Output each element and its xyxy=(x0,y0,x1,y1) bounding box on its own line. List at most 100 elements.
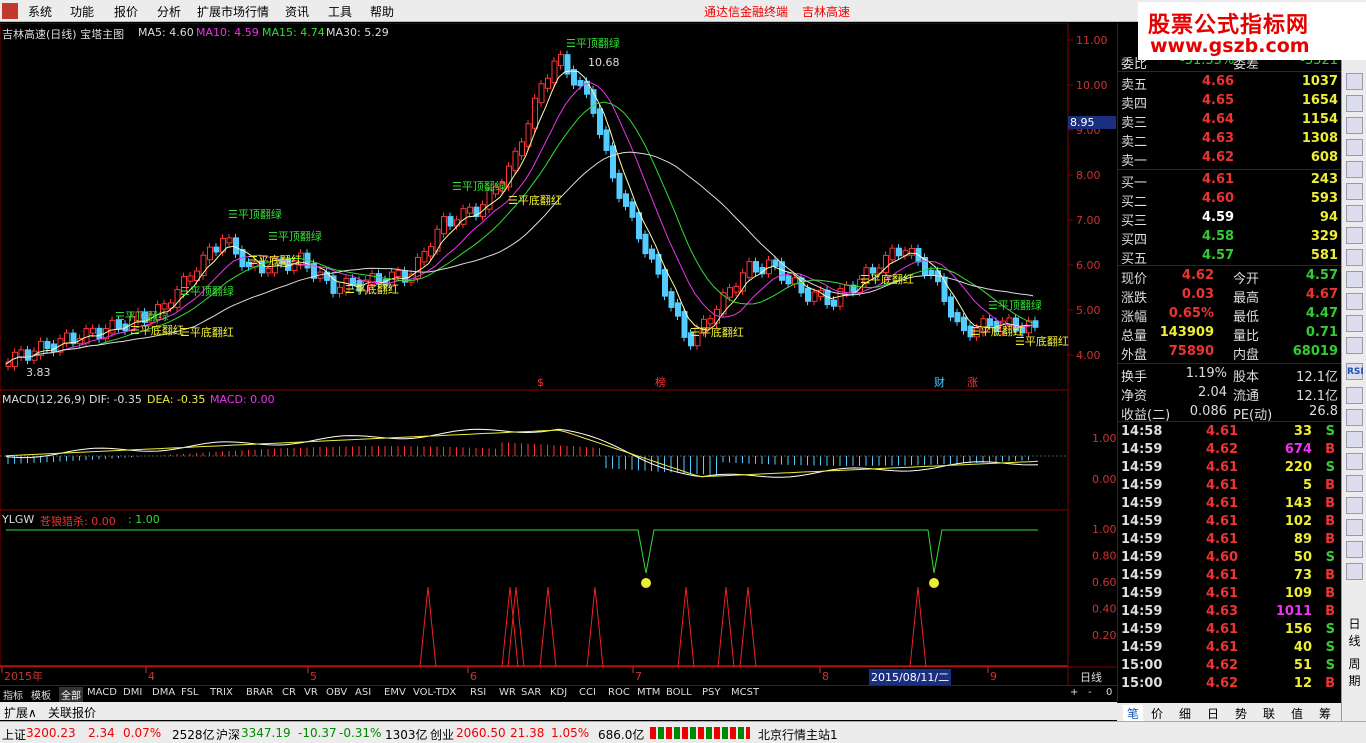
toolbar-button-9[interactable] xyxy=(1346,249,1363,266)
toolbar-button-3[interactable] xyxy=(1346,117,1363,134)
period-cycle-text[interactable]: 期 xyxy=(1345,672,1364,689)
candle-body xyxy=(226,237,233,244)
macd-value: MACD: 0.00 xyxy=(210,393,275,406)
toolbar-rsi-button[interactable]: RSI xyxy=(1346,363,1364,380)
candle-body xyxy=(538,83,545,104)
candle-body xyxy=(948,296,954,318)
indicator-tab[interactable]: MACD xyxy=(87,687,117,698)
toolbar-button-5[interactable] xyxy=(1346,161,1363,178)
subtab-related-quote[interactable]: 关联报价 xyxy=(48,704,96,721)
toolbar-button-21[interactable] xyxy=(1346,541,1363,558)
ask-label: 卖五 xyxy=(1121,78,1148,93)
toolbar-button-19[interactable] xyxy=(1346,497,1363,514)
indicator-tab[interactable]: BRAR xyxy=(246,687,273,698)
bid-label: 买一 xyxy=(1121,176,1148,191)
indicator-tab[interactable]: FSL xyxy=(181,687,199,698)
menu-function[interactable]: 功能 xyxy=(70,3,94,20)
indicator-tab[interactable]: VR xyxy=(304,687,318,698)
menu-tools[interactable]: 工具 xyxy=(328,3,352,20)
indicator-tab[interactable]: 模板 xyxy=(31,687,51,702)
ping-di-yellow-label: ☰平底翻红 xyxy=(248,253,302,267)
indicator-tab[interactable]: SAR xyxy=(521,687,541,698)
toolbar-button-12[interactable] xyxy=(1346,315,1363,332)
ask-row: 卖四 4.65 1654 xyxy=(1118,92,1342,112)
indicator-tab[interactable]: CR xyxy=(282,687,296,698)
toolbar-button-11[interactable] xyxy=(1346,293,1363,310)
toolbar-button-20[interactable] xyxy=(1346,519,1363,536)
toolbar-button-14[interactable] xyxy=(1346,387,1363,404)
toolbar-button-7[interactable] xyxy=(1346,205,1363,222)
stat2-row: 换手 1.19% 股本 12.1亿 xyxy=(1118,365,1342,385)
candle-body xyxy=(636,212,642,240)
toolbar-button-4[interactable] xyxy=(1346,139,1363,156)
stat-value-2: 68019 xyxy=(1292,344,1338,359)
toolbar-button-18[interactable] xyxy=(1346,475,1363,492)
indicator-tab[interactable]: PSY xyxy=(702,687,721,698)
tab-control-button[interactable]: 0 xyxy=(1106,687,1112,698)
indicator-tab[interactable]: DMI xyxy=(123,687,142,698)
ask-price: 4.62 xyxy=(1202,150,1235,165)
indicator-tab[interactable]: MCST xyxy=(731,687,759,698)
indicator-tab[interactable]: TRIX xyxy=(210,687,233,698)
tab-control-button[interactable]: + xyxy=(1070,687,1078,698)
quote-tab[interactable]: 细 xyxy=(1179,705,1191,722)
quote-tab[interactable]: 值 xyxy=(1291,705,1303,722)
cy-pct: 1.05% xyxy=(551,726,590,740)
indicator-tab[interactable]: RSI xyxy=(470,687,486,698)
toolbar-button-10[interactable] xyxy=(1346,271,1363,288)
subtab-extend[interactable]: 扩展∧ xyxy=(4,704,37,721)
quote-tab[interactable]: 联 xyxy=(1263,705,1275,722)
toolbar-button-17[interactable] xyxy=(1346,453,1363,470)
quote-tab[interactable]: 势 xyxy=(1235,705,1247,722)
indicator-tab[interactable]: 全部 xyxy=(59,687,83,702)
indicator-tab-bar: 指标 模板 全部 MACD DMI DMA FSL TRIX BRAR CR VR OBV ASI EMV… xyxy=(0,685,1117,702)
indicator-tab[interactable]: MTM xyxy=(637,687,660,698)
ma5-label: MA5: 4.60 xyxy=(138,26,194,39)
period-label[interactable]: 日线 xyxy=(1080,669,1102,685)
menu-system[interactable]: 系统 xyxy=(28,3,52,20)
tab-control-button[interactable]: - xyxy=(1088,687,1092,698)
toolbar-button-2[interactable] xyxy=(1346,95,1363,112)
quote-tab[interactable]: 筹 xyxy=(1319,705,1331,722)
period-week-text[interactable]: 周 xyxy=(1345,655,1364,672)
toolbar-button-22[interactable] xyxy=(1346,563,1363,580)
indicator-tab[interactable]: CCI xyxy=(579,687,596,698)
kline-chart[interactable]: 11.0010.009.008.007.006.005.004.001.000.… xyxy=(0,23,1116,685)
indicator-tab[interactable]: WR xyxy=(499,687,516,698)
candle-body xyxy=(395,270,402,278)
menu-info[interactable]: 资讯 xyxy=(285,3,309,20)
menu-analysis[interactable]: 分析 xyxy=(157,3,181,20)
menu-help[interactable]: 帮助 xyxy=(370,3,394,20)
tick-bs-flag: S xyxy=(1325,622,1335,637)
indicator-tab[interactable]: VOL-TDX xyxy=(413,687,456,698)
ask-price: 4.65 xyxy=(1202,93,1235,108)
toolbar-button-16[interactable] xyxy=(1346,431,1363,448)
indicator-tab[interactable]: KDJ xyxy=(550,687,567,698)
x-tick-label: 9 xyxy=(990,670,997,683)
toolbar-button-1[interactable] xyxy=(1346,73,1363,90)
indicator-tab[interactable]: BOLL xyxy=(666,687,692,698)
hs-amount: 1303亿 xyxy=(385,728,428,742)
menu-quote[interactable]: 报价 xyxy=(114,3,138,20)
chart-area[interactable]: 11.00 10.00 9.00 8.00 7.00 6.00 5.00 4.00 1.00 0.… xyxy=(0,23,1116,685)
tick-bs-flag: S xyxy=(1325,424,1335,439)
period-day-text[interactable]: 日 xyxy=(1345,615,1364,632)
quote-tab[interactable]: 日 xyxy=(1207,705,1219,722)
indicator-tab[interactable]: ASI xyxy=(355,687,371,698)
toolbar-button-8[interactable] xyxy=(1346,227,1363,244)
indicator-tab[interactable]: ROC xyxy=(608,687,630,698)
toolbar-button-15[interactable] xyxy=(1346,409,1363,426)
toolbar-button-6[interactable] xyxy=(1346,183,1363,200)
quote-tab[interactable]: 价 xyxy=(1151,705,1163,722)
indicator-tab[interactable]: EMV xyxy=(384,687,406,698)
toolbar-button-13[interactable] xyxy=(1346,337,1363,354)
indicator-tab[interactable]: DMA xyxy=(152,687,175,698)
indicator-tab[interactable]: OBV xyxy=(326,687,347,698)
tick-time: 14:59 xyxy=(1121,622,1163,637)
quote-tab[interactable]: 笔 xyxy=(1123,705,1144,722)
ask-row: 卖五 4.66 1037 xyxy=(1118,73,1342,93)
server-name[interactable]: 北京行情主站1 xyxy=(758,726,838,743)
menu-extended-market[interactable]: 扩展市场行情 xyxy=(197,3,269,20)
indicator-tab[interactable]: 指标 xyxy=(3,687,23,702)
period-line-text[interactable]: 线 xyxy=(1345,632,1364,649)
